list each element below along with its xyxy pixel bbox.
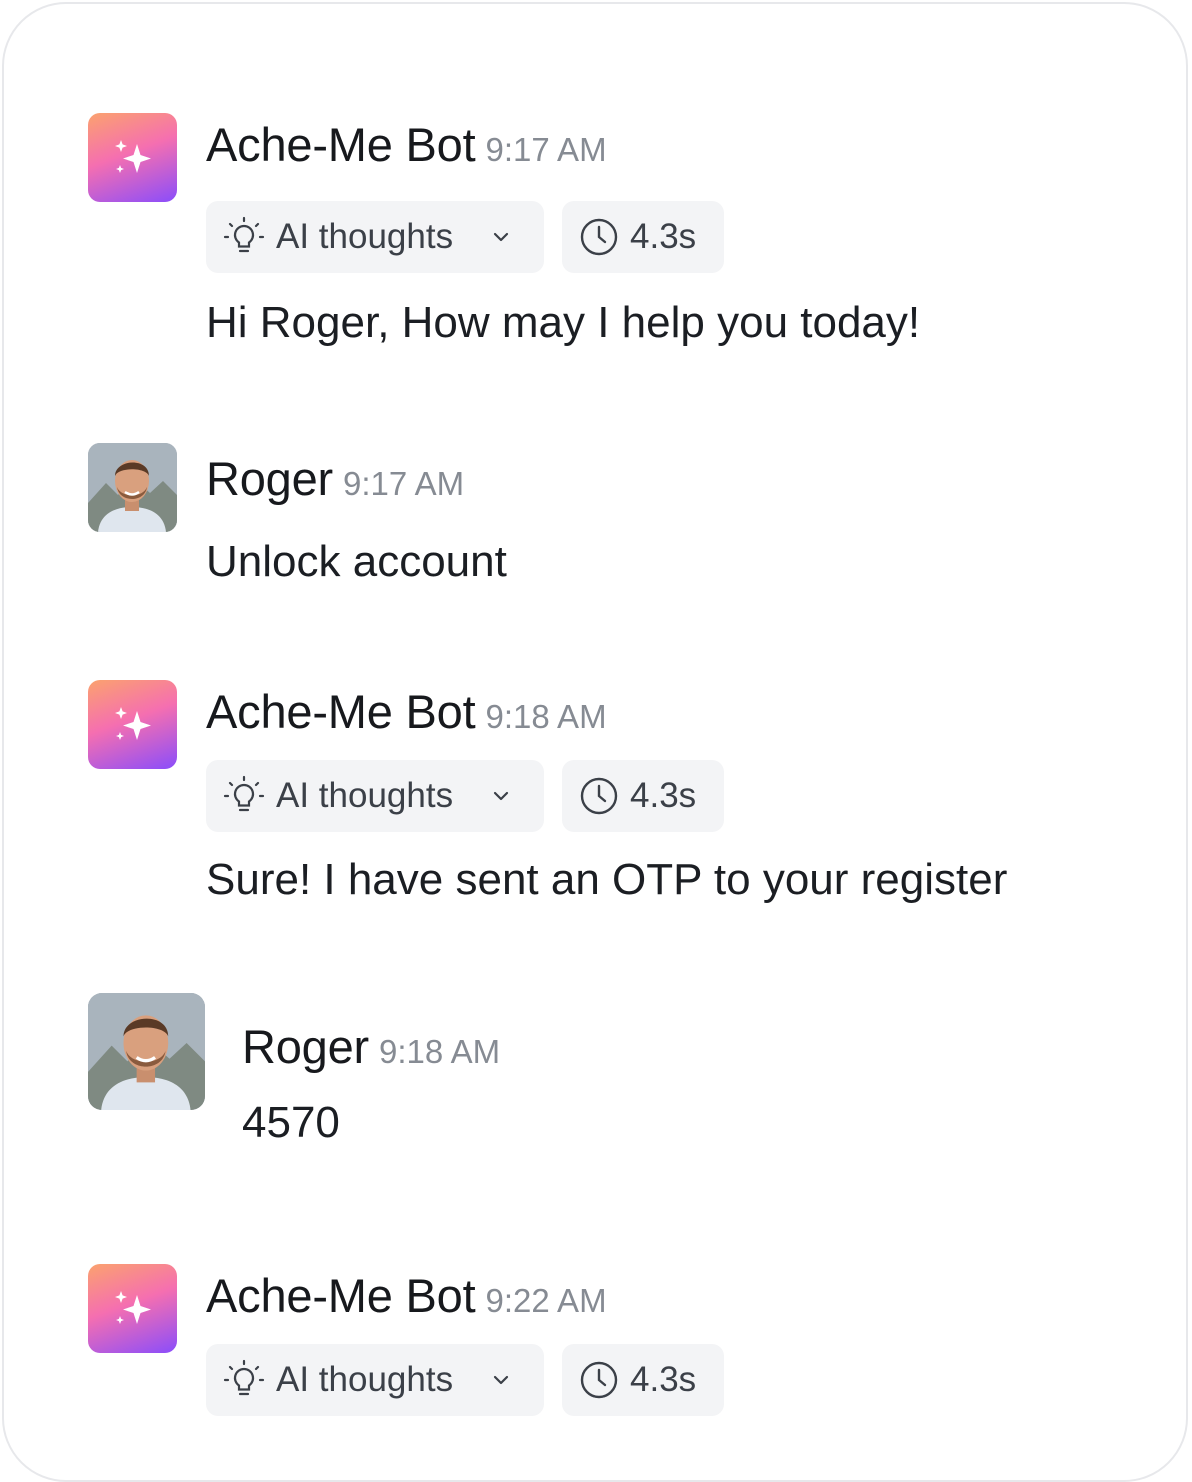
ai-thoughts-label: AI thoughts [276,217,454,256]
ai-thoughts-toggle[interactable]: AI thoughts [206,1344,544,1416]
message-header: Ache-Me Bot 9:22 AM [206,1268,607,1323]
message-text: Unlock account [206,537,507,586]
message-meta: AI thoughts 4.3s [206,760,724,832]
message-text: 4570 [242,1098,340,1147]
message-time: 9:18 AM [485,698,607,735]
author-name: Ache-Me Bot [206,685,476,738]
message-meta: AI thoughts 4.3s [206,1344,724,1416]
bot-avatar [88,113,177,202]
author-name: Roger [206,452,334,505]
author-name: Roger [242,1020,370,1073]
ai-thoughts-label: AI thoughts [276,776,454,815]
lightbulb-icon [223,775,265,812]
user-avatar [88,993,205,1110]
bot-avatar [88,1264,177,1353]
message-header: Ache-Me Bot 9:17 AM [206,117,607,172]
ai-thoughts-toggle[interactable]: AI thoughts [206,201,544,273]
message-text: Hi Roger, How may I help you today! [206,298,921,347]
author-name: Ache-Me Bot [206,1269,476,1322]
user-photo [88,993,205,1110]
response-duration: 4.3s [562,1344,724,1416]
duration-value: 4.3s [630,776,697,815]
clock-icon [580,218,618,256]
lightbulb-icon [223,216,265,253]
ai-thoughts-label: AI thoughts [276,1360,454,1399]
author-name: Ache-Me Bot [206,118,476,171]
duration-value: 4.3s [630,1360,697,1399]
chevron-down-icon [493,232,509,242]
bot-avatar [88,680,177,769]
message-meta: AI thoughts 4.3s [206,201,724,273]
message-time: 9:17 AM [485,131,607,168]
lightbulb-icon [223,1359,265,1396]
message-header: Ache-Me Bot 9:18 AM [206,684,607,739]
response-duration: 4.3s [562,201,724,273]
message-time: 9:17 AM [343,465,465,502]
message-header: Roger 9:17 AM [206,451,464,506]
duration-value: 4.3s [630,217,697,256]
message-time: 9:22 AM [485,1282,607,1319]
response-duration: 4.3s [562,760,724,832]
message-time: 9:18 AM [379,1033,501,1070]
sparkles-icon [114,139,151,173]
user-photo [88,443,177,532]
clock-icon [580,777,618,815]
user-avatar [88,443,177,532]
chevron-down-icon [493,1375,509,1385]
message-text: Sure! I have sent an OTP to your registe… [206,855,1008,904]
ai-thoughts-toggle[interactable]: AI thoughts [206,760,544,832]
sparkles-icon [114,706,151,740]
message-header: Roger 9:18 AM [242,1019,500,1074]
clock-icon [580,1361,618,1399]
sparkles-icon [114,1290,151,1324]
chevron-down-icon [493,791,509,801]
